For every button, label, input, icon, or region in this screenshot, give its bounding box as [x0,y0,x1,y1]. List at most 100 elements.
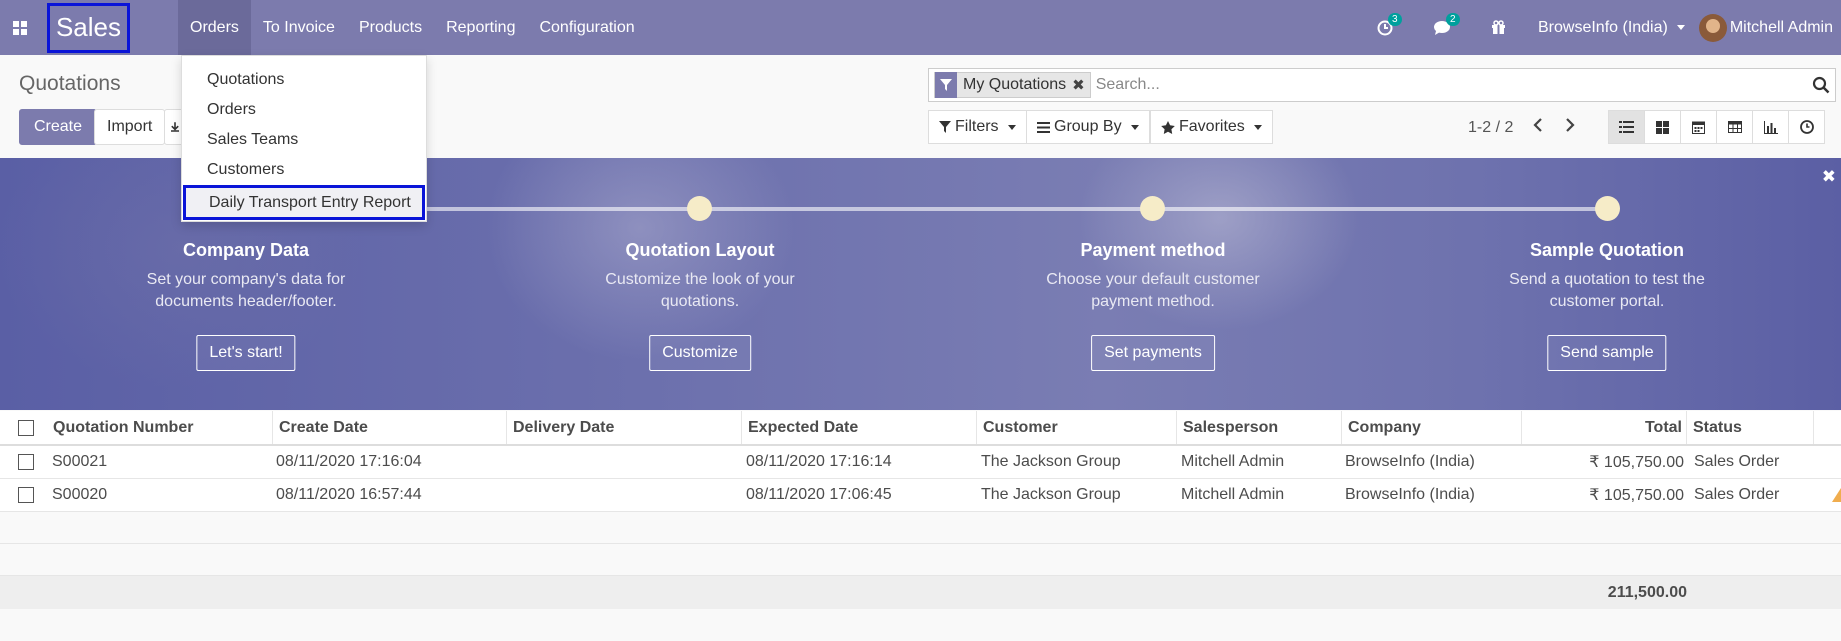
step-description: Set your company's data for documents he… [146,271,346,310]
step-dot [1595,196,1620,221]
graph-view-button[interactable] [1752,110,1789,144]
step-description: Choose your default customer payment met… [1046,271,1260,310]
column-header[interactable]: Delivery Date [507,411,742,444]
search-bar: My Quotations ✖ [928,68,1836,102]
cell-total: ₹ 105,750.00 [1589,454,1684,471]
step-title: Sample Quotation [1529,240,1684,260]
filters-dropdown[interactable]: Filters [928,110,1027,144]
messages-button[interactable]: 2 [1433,12,1460,36]
table-row[interactable]: S00020 08/11/2020 16:57:44 08/11/2020 17… [0,479,1841,512]
step-title: Quotation Layout [625,240,775,260]
column-header[interactable]: Total [1522,411,1687,444]
cell-expected-date: 08/11/2020 17:16:14 [746,453,892,470]
apps-menu-icon[interactable] [0,0,40,55]
messages-count-badge: 2 [1446,12,1460,26]
quotations-table: Quotation Number Create Date Delivery Da… [0,411,1841,609]
remove-facet-icon[interactable]: ✖ [1072,76,1090,94]
bars-icon [1037,121,1050,133]
filter-icon [935,72,957,98]
column-header[interactable]: Salesperson [1177,411,1342,444]
table-row[interactable]: S00021 08/11/2020 17:16:04 08/11/2020 17… [0,446,1841,479]
orders-dropdown-menu: Quotations Orders Sales Teams Customers … [181,55,427,222]
search-facet[interactable]: My Quotations ✖ [934,72,1091,98]
step-quotation-layout: Quotation Layout Customize the look of y… [550,240,850,313]
top-navbar: Sales Orders To Invoice Products Reporti… [0,0,1841,55]
pivot-icon [1727,121,1742,133]
filter-icon [939,121,951,133]
user-menu[interactable]: Mitchell Admin [1698,13,1833,42]
step-payment-method: Payment method Choose your default custo… [1003,240,1303,313]
activity-view-button[interactable] [1788,110,1825,144]
menu-products[interactable]: Products [347,0,434,55]
close-icon[interactable]: ✖ [1822,167,1836,187]
activity-icon [1799,120,1814,134]
menu-reporting[interactable]: Reporting [434,0,527,55]
pivot-view-button[interactable] [1716,110,1753,144]
menu-orders[interactable]: Orders [178,0,251,55]
warning-icon[interactable] [1832,488,1841,507]
cell-expected-date: 08/11/2020 17:06:45 [746,486,892,503]
dropdown-item-customers[interactable]: Customers [182,155,426,185]
row-checkbox[interactable] [18,479,34,511]
app-brand[interactable]: Sales [47,2,130,53]
import-button[interactable]: Import [94,109,166,145]
main-menu: Orders To Invoice Products Reporting Con… [178,0,647,55]
groupby-label: Group By [1054,118,1122,135]
favorites-dropdown[interactable]: Favorites [1150,110,1273,144]
calendar-icon [1692,121,1705,134]
progress-line [245,207,1607,211]
cell-number: S00021 [52,453,108,470]
chevron-down-icon [1007,124,1016,130]
search-icon[interactable] [1807,76,1835,94]
list-view-button[interactable] [1608,110,1645,144]
filters-label: Filters [955,118,999,135]
gift-icon [1492,20,1505,34]
table-header: Quotation Number Create Date Delivery Da… [0,411,1841,446]
column-header[interactable]: Company [1342,411,1522,444]
send-sample-button[interactable]: Send sample [1547,335,1667,371]
column-header[interactable]: Create Date [273,411,507,444]
chevron-down-icon [1253,124,1262,130]
company-switcher[interactable]: BrowseInfo (India) [1538,19,1685,37]
activities-button[interactable]: 3 [1377,12,1402,36]
step-description: Customize the look of your quotations. [605,271,795,310]
chevron-right-icon[interactable] [1565,117,1575,138]
calendar-view-button[interactable] [1680,110,1717,144]
cell-company: BrowseInfo (India) [1345,453,1475,470]
total-sum: 211,500.00 [1607,583,1687,601]
chevron-left-icon[interactable] [1533,117,1543,138]
dropdown-item-daily-transport-entry-report[interactable]: Daily Transport Entry Report [183,185,425,220]
dropdown-item-quotations[interactable]: Quotations [182,65,426,95]
step-title: Company Data [182,240,310,260]
cell-total: ₹ 105,750.00 [1589,487,1684,504]
groupby-dropdown[interactable]: Group By [1026,110,1150,144]
customize-button[interactable]: Customize [649,335,751,371]
cell-customer: The Jackson Group [981,453,1121,470]
step-description: Send a quotation to test the customer po… [1509,271,1705,310]
dropdown-item-orders[interactable]: Orders [182,95,426,125]
favorites-label: Favorites [1179,118,1245,135]
column-header[interactable]: Expected Date [742,411,977,444]
dropdown-item-sales-teams[interactable]: Sales Teams [182,125,426,155]
cell-customer: The Jackson Group [981,486,1121,503]
systray: 3 2 BrowseInfo (India) Mitchell Admin [1365,0,1841,55]
select-all-checkbox[interactable] [0,411,47,444]
create-button[interactable]: Create [19,109,98,145]
column-header[interactable]: Quotation Number [47,411,273,444]
pager-value[interactable]: 1-2 / 2 [1468,119,1513,137]
set-payments-button[interactable]: Set payments [1091,335,1215,371]
list-icon [1619,121,1634,133]
menu-configuration[interactable]: Configuration [527,0,646,55]
menu-to-invoice[interactable]: To Invoice [251,0,347,55]
search-input[interactable] [1095,71,1807,99]
lets-start-button[interactable]: Let's start! [196,335,296,371]
column-header[interactable]: Status [1687,411,1814,444]
row-checkbox[interactable] [18,446,34,478]
chevron-down-icon [1676,25,1685,30]
kanban-view-button[interactable] [1644,110,1681,144]
step-company-data: Company Data Set your company's data for… [96,240,396,313]
table-footer: 211,500.00 [0,576,1841,609]
column-header[interactable]: Customer [977,411,1177,444]
gift-button[interactable] [1491,20,1506,35]
facet-label: My Quotations [963,76,1067,93]
